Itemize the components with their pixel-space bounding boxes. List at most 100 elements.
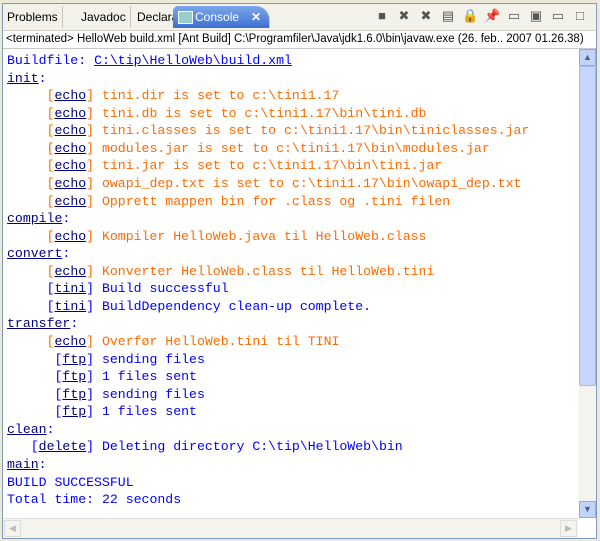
task-name[interactable]: tini [55, 299, 87, 314]
task-name[interactable]: delete [39, 439, 86, 454]
tab-label: Problems [7, 10, 58, 24]
buildfile-link[interactable]: C:\tip\HelloWeb\build.xml [94, 53, 292, 68]
console-line: [echo] tini.classes is set to c:\tini1.1… [7, 122, 578, 140]
task-name[interactable]: echo [55, 264, 87, 279]
task-label: [echo] [46, 88, 102, 104]
task-name[interactable]: echo [55, 176, 87, 191]
task-message: Deleting directory C:\tip\HelloWeb\bin [101, 439, 403, 455]
display-console-icon[interactable]: ▭ [506, 8, 522, 24]
task-label: [ftp] [54, 351, 102, 367]
task-message: 1 files sent [101, 404, 197, 420]
target-name[interactable]: main [7, 457, 39, 472]
remove-all-icon[interactable]: ✖ [418, 8, 434, 24]
console-line: [ftp] sending files [7, 351, 578, 369]
task-message: sending files [101, 386, 205, 402]
task-label: [ftp] [54, 386, 102, 402]
task-label: [echo] [46, 140, 102, 156]
task-label: [ftp] [54, 404, 102, 420]
task-name[interactable]: echo [55, 334, 87, 349]
task-label: [echo] [46, 175, 102, 191]
target-name[interactable]: compile [7, 211, 62, 226]
task-name[interactable]: echo [55, 106, 87, 121]
buildfile-label: Buildfile: [7, 53, 95, 68]
scroll-left-button[interactable]: ◀ [4, 520, 21, 537]
target-name[interactable]: transfer [7, 316, 70, 331]
console-output[interactable]: Buildfile: C:\tip\HelloWeb\build.xml ini… [3, 49, 578, 518]
console-line: [echo] Konverter HelloWeb.class til Hell… [7, 263, 578, 281]
task-name[interactable]: echo [55, 229, 87, 244]
task-label: [tini] [46, 281, 102, 297]
task-message: sending files [101, 351, 205, 367]
task-label: [echo] [46, 123, 102, 139]
summary-text: Total time: 22 seconds [7, 492, 182, 508]
task-label: [echo] [46, 263, 102, 279]
task-name[interactable]: ftp [62, 352, 86, 367]
scroll-thumb[interactable] [579, 66, 596, 386]
task-message: owapi_dep.txt is set to c:\tini1.17\bin\… [101, 175, 522, 191]
task-name[interactable]: ftp [62, 369, 86, 384]
task-label: [ftp] [54, 369, 102, 385]
vertical-scrollbar[interactable]: ▲ ▼ [579, 49, 596, 518]
scroll-up-button[interactable]: ▲ [579, 49, 596, 66]
tab-javadoc[interactable]: Javadoc [77, 6, 131, 28]
task-label: [echo] [46, 193, 102, 209]
terminate-icon[interactable]: ■ [374, 8, 390, 24]
console-line: BUILD SUCCESSFUL [7, 474, 578, 492]
task-message: Kompiler HelloWeb.java til HelloWeb.clas… [101, 228, 427, 244]
tab-problems[interactable]: Problems [3, 6, 63, 28]
target-name[interactable]: init [7, 71, 39, 86]
maximize-icon[interactable]: □ [572, 8, 588, 24]
console-line: transfer: [7, 316, 79, 332]
scroll-right-button[interactable]: ▶ [560, 520, 577, 537]
task-name[interactable]: tini [55, 281, 87, 296]
task-message: Overfør HelloWeb.tini til TINI [101, 334, 340, 349]
task-name[interactable]: echo [55, 88, 87, 103]
console-line: [echo] tini.db is set to c:\tini1.17\bin… [7, 105, 578, 123]
task-name[interactable]: echo [55, 141, 87, 156]
close-icon[interactable]: ✕ [251, 6, 261, 28]
task-name[interactable]: echo [55, 194, 87, 209]
console-line: [echo] Opprett mappen bin for .class og … [7, 193, 578, 211]
task-message: tini.classes is set to c:\tini1.17\bin\t… [101, 123, 530, 139]
task-message: tini.dir is set to c:\tini1.17 [101, 88, 340, 104]
task-label: [echo] [46, 334, 102, 349]
minimize-icon[interactable]: ▭ [550, 8, 566, 24]
task-name[interactable]: echo [55, 123, 87, 138]
console-line: [echo] owapi_dep.txt is set to c:\tini1.… [7, 175, 578, 193]
console-line: init: [7, 70, 47, 86]
view-toolbar: ■ ✖ ✖ ▤ 🔒 📌 ▭ ▣ ▭ □ [374, 8, 588, 24]
target-name[interactable]: convert [7, 246, 62, 261]
console-line: main: [7, 456, 47, 472]
task-name[interactable]: echo [55, 158, 87, 173]
console-line: [tini] BuildDependency clean-up complete… [7, 298, 578, 316]
task-name[interactable]: ftp [62, 387, 86, 402]
remove-launch-icon[interactable]: ✖ [396, 8, 412, 24]
console-line: compile: [7, 211, 71, 227]
console-icon [178, 11, 193, 24]
tab-label: Javadoc [81, 10, 126, 24]
target-name[interactable]: clean [7, 422, 47, 437]
console-line: [ftp] 1 files sent [7, 368, 578, 386]
tab-console[interactable]: Console ✕ [173, 6, 271, 28]
task-name[interactable]: ftp [62, 404, 86, 419]
console-line: [tini] Build successful [7, 280, 578, 298]
horizontal-scrollbar[interactable]: ◀ ▶ [3, 518, 578, 538]
console-line: [echo] modules.jar is set to c:\tini1.17… [7, 140, 578, 158]
task-message: 1 files sent [101, 369, 197, 385]
task-label: [tini] [46, 298, 102, 314]
summary-text: BUILD SUCCESSFUL [7, 474, 134, 490]
console-line: [echo] Kompiler HelloWeb.java til HelloW… [7, 228, 578, 246]
task-label: [echo] [46, 105, 102, 121]
view-tab-bar: Problems Javadoc Declaration Console ✕ ■ ✖… [3, 4, 596, 31]
pin-console-icon[interactable]: 📌 [484, 8, 500, 24]
console-line: [echo] Overfør HelloWeb.tini til TINI [7, 333, 578, 351]
tab-label: Console [195, 10, 240, 24]
scroll-down-button[interactable]: ▼ [579, 501, 596, 518]
console-line: [echo] tini.dir is set to c:\tini1.17 [7, 87, 578, 105]
process-status: <terminated> HelloWeb build.xml [Ant Bui… [3, 31, 596, 49]
task-message: Konverter HelloWeb.class til HelloWeb.ti… [101, 263, 435, 279]
clear-console-icon[interactable]: ▤ [440, 8, 456, 24]
open-console-icon[interactable]: ▣ [528, 8, 544, 24]
task-message: tini.db is set to c:\tini1.17\bin\tini.d… [101, 105, 427, 121]
scroll-lock-icon[interactable]: 🔒 [462, 8, 478, 24]
